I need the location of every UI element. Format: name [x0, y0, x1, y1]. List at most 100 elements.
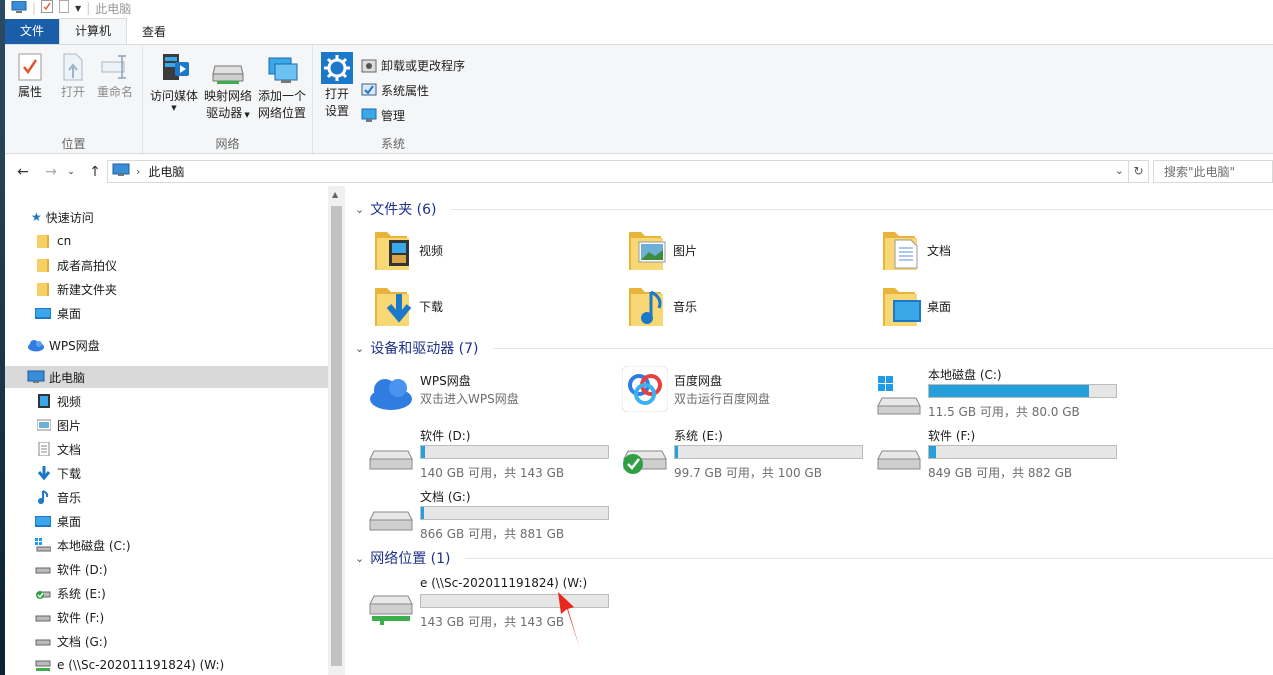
location-group: 属性 打开 重命名 位置 [5, 45, 143, 155]
system-group: 打开 设置 卸载或更改程序 系统属性 管理 系统 [313, 45, 473, 155]
tab-file[interactable]: 文件 [5, 19, 60, 44]
breadcrumb-this-pc[interactable]: 此电脑 [148, 163, 184, 180]
drive-e[interactable]: 系统 (E:) 99.7 GB 可用，共 100 GB [622, 427, 872, 485]
wps-cloud-drive[interactable]: WPS网盘 双击进入WPS网盘 [368, 372, 618, 430]
system-properties-button[interactable]: 系统属性 [361, 80, 429, 100]
nav-network-drive-w[interactable]: e (\\Sc-202011191824) (W:) [5, 654, 328, 675]
section-network-locations[interactable]: ⌄ 网络位置 (1) [355, 547, 1273, 569]
nav-this-pc[interactable]: 此电脑 [5, 366, 328, 388]
drive-c[interactable]: 本地磁盘 (C:) 11.5 GB 可用，共 80.0 GB [876, 366, 1126, 424]
rename-button[interactable]: 重命名 [95, 52, 135, 101]
properties-qat-icon[interactable] [41, 0, 54, 16]
manage-button[interactable]: 管理 [361, 105, 405, 125]
wps-cloud-icon [370, 379, 412, 410]
nav-drive-c[interactable]: 本地磁盘 (C:) [5, 534, 328, 556]
drive-g-usage-fill [421, 507, 424, 519]
section-devices-drives[interactable]: ⌄ 设备和驱动器 (7) [355, 337, 1273, 359]
collapse-chevron-icon[interactable]: ⌄ [355, 203, 364, 216]
computer-icon [112, 163, 130, 180]
content-pane: ⌄ 文件夹 (6) 视频 图片 文档 下载 音乐 桌面 ⌄ 设备和驱动器 (7)… [345, 186, 1273, 675]
computer-icon [27, 370, 45, 383]
folder-pictures[interactable]: 图片 [627, 228, 697, 272]
media-server-icon [163, 54, 189, 80]
drive-g-usage-bar [420, 506, 609, 520]
tab-view[interactable]: 查看 [127, 20, 181, 44]
nav-item-documents[interactable]: 文档 [5, 438, 328, 460]
system-properties-icon [361, 83, 377, 96]
nav-item-videos[interactable]: 视频 [5, 390, 328, 412]
nav-drive-e[interactable]: 系统 (E:) [5, 582, 328, 604]
desktop-icon [35, 516, 51, 527]
drive-d-usage-fill [421, 446, 425, 458]
drive-c-usage-fill [929, 385, 1089, 397]
system-drive-check-icon [36, 591, 51, 599]
window-title: 此电脑 [95, 1, 132, 16]
documents-folder-icon [883, 232, 918, 270]
nav-scrollbar[interactable]: ▲ [328, 186, 345, 675]
open-settings-button[interactable]: 打开 设置 [319, 52, 355, 120]
nav-drive-g[interactable]: 文档 (G:) [5, 630, 328, 652]
folder-icon [37, 235, 49, 248]
properties-icon [18, 53, 42, 81]
scroll-up-icon[interactable]: ▲ [332, 190, 338, 199]
drive-g[interactable]: 文档 (G:) 866 GB 可用，共 881 GB [368, 488, 618, 546]
nav-item-scanner[interactable]: 成者高拍仪 [5, 254, 328, 276]
drive-c-usage-bar [928, 384, 1117, 398]
section-folders[interactable]: ⌄ 文件夹 (6) [355, 198, 1273, 220]
collapse-chevron-icon[interactable]: ⌄ [355, 342, 364, 355]
nav-quick-access[interactable]: ★ 快速访问 [5, 206, 328, 228]
nav-wps-drive[interactable]: WPS网盘 [5, 334, 328, 356]
tab-computer[interactable]: 计算机 [59, 18, 128, 44]
nav-scrollbar-thumb[interactable] [331, 206, 342, 666]
folder-downloads[interactable]: 下载 [373, 284, 443, 328]
nav-item-pictures[interactable]: 图片 [5, 414, 328, 436]
baidu-cloud-drive[interactable]: 百度网盘 双击运行百度网盘 [622, 366, 872, 430]
drive-e-usage-bar [674, 445, 863, 459]
properties-button[interactable]: 属性 [13, 52, 47, 101]
folder-documents[interactable]: 文档 [881, 228, 951, 272]
nav-item-new-folder[interactable]: 新建文件夹 [5, 278, 328, 300]
map-drive-icon [212, 65, 244, 84]
desktop-icon [35, 308, 51, 319]
open-button[interactable]: 打开 [53, 52, 93, 101]
access-media-button[interactable]: 访问媒体 ▼ [147, 52, 201, 112]
network-group: 访问媒体 ▼ 映射网络 驱动器 ▼ 添加一个 网络位置 网络 [143, 45, 313, 155]
navigation-bar: ← → ⌄ ↑ › 此电脑 ⌄ ↻ 搜索"此电脑" [5, 158, 1273, 186]
downloads-folder-icon [375, 288, 412, 326]
up-arrow-icon[interactable]: ↑ [85, 162, 105, 182]
recent-locations-chevron-icon[interactable]: ⌄ [61, 162, 81, 182]
collapse-chevron-icon[interactable]: ⌄ [355, 552, 364, 565]
nav-drive-f[interactable]: 软件 (F:) [5, 606, 328, 628]
refresh-icon[interactable]: ↻ [1128, 161, 1148, 182]
music-folder-icon [629, 288, 663, 326]
map-network-drive-button[interactable]: 映射网络 驱动器 ▼ [201, 52, 255, 124]
uninstall-programs-button[interactable]: 卸载或更改程序 [361, 55, 465, 75]
nav-item-cn[interactable]: cn [5, 230, 328, 252]
nav-item-desktop-quick[interactable]: 桌面 [5, 302, 328, 324]
add-network-location-button[interactable]: 添加一个 网络位置 [255, 52, 309, 122]
folder-videos[interactable]: 视频 [373, 228, 443, 272]
forward-arrow-icon[interactable]: → [41, 162, 61, 182]
back-arrow-icon[interactable]: ← [13, 162, 33, 182]
network-location-icon [268, 57, 298, 83]
drive-d-usage-bar [420, 445, 609, 459]
system-drive-check-icon [623, 450, 667, 474]
qat-dropdown-icon[interactable]: ▼ [75, 4, 81, 13]
search-input[interactable]: 搜索"此电脑" [1153, 160, 1273, 183]
nav-item-music[interactable]: 音乐 [5, 486, 328, 508]
drive-d[interactable]: 软件 (D:) 140 GB 可用，共 143 GB [368, 427, 618, 485]
baidu-netdisk-icon [622, 366, 668, 412]
drive-f[interactable]: 软件 (F:) 849 GB 可用，共 882 GB [876, 427, 1126, 485]
nav-drive-d[interactable]: 软件 (D:) [5, 558, 328, 580]
folder-desktop[interactable]: 桌面 [881, 284, 951, 328]
nav-item-desktop[interactable]: 桌面 [5, 510, 328, 532]
address-bar[interactable]: › 此电脑 ⌄ ↻ [107, 160, 1149, 183]
new-folder-qat-icon[interactable] [58, 0, 70, 16]
nav-item-downloads[interactable]: 下载 [5, 462, 328, 484]
network-drive-icon [35, 660, 51, 671]
address-dropdown-icon[interactable]: ⌄ [1115, 164, 1124, 177]
folder-music[interactable]: 音乐 [627, 284, 697, 328]
navigation-pane: ★ 快速访问 cn 成者高拍仪 新建文件夹 桌面 WPS网盘 此电脑 视频 图片… [5, 186, 345, 675]
rename-icon [101, 55, 126, 79]
system-group-label: 系统 [380, 137, 405, 151]
